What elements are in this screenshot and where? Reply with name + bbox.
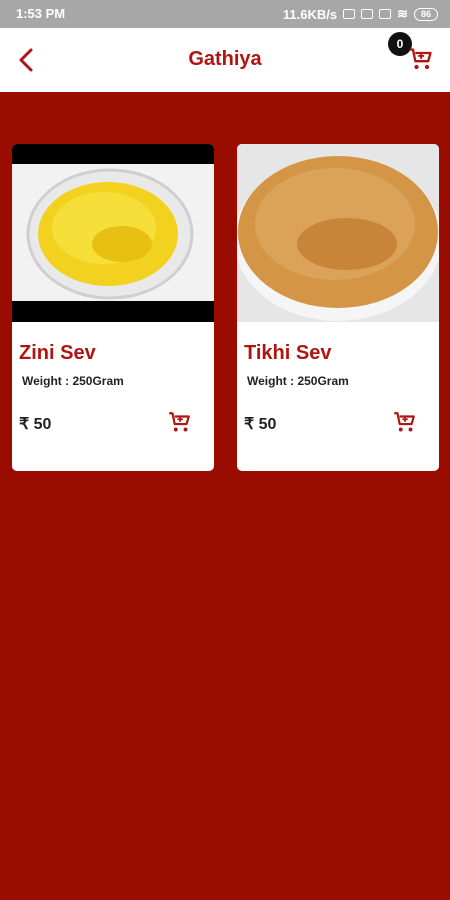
- alarm-icon: [343, 9, 356, 19]
- product-image: [237, 144, 439, 322]
- network-speed: 11.6KB/s: [282, 6, 338, 22]
- status-time: 1:53 PM: [16, 6, 66, 21]
- add-to-cart-button[interactable]: [391, 410, 417, 436]
- battery-icon: 86: [414, 7, 438, 21]
- tikhi-sev-image: [237, 144, 439, 322]
- product-name: Tikhi Sev: [244, 342, 332, 364]
- zini-sev-image: [12, 144, 214, 322]
- cart-icon: [409, 48, 432, 70]
- product-name: Zini Sev: [19, 342, 96, 364]
- product-price: ₹ 50: [19, 416, 52, 433]
- product-weight: Weight : 250Gram: [247, 374, 349, 388]
- app-bar: Gathiya 0: [0, 28, 450, 92]
- page-title: Gathiya: [188, 48, 262, 70]
- signal-icon-2: [379, 9, 392, 19]
- add-to-cart-button[interactable]: [166, 410, 192, 436]
- signal-icon: [361, 9, 374, 19]
- cart-button[interactable]: 0: [388, 32, 436, 74]
- add-to-cart-icon: [394, 412, 415, 432]
- status-bar: 1:53 PM 11.6KB/s ≋ 86: [0, 0, 450, 28]
- product-card[interactable]: Tikhi Sev Weight : 250Gram ₹ 50: [237, 144, 439, 471]
- product-card[interactable]: Zini Sev Weight : 250Gram ₹ 50: [12, 144, 214, 471]
- product-image: [12, 144, 214, 322]
- wifi-icon: ≋: [397, 6, 408, 21]
- product-price: ₹ 50: [244, 416, 277, 433]
- product-weight: Weight : 250Gram: [22, 374, 124, 388]
- add-to-cart-icon: [169, 412, 190, 432]
- status-icons: 11.6KB/s ≋ 86: [283, 6, 438, 22]
